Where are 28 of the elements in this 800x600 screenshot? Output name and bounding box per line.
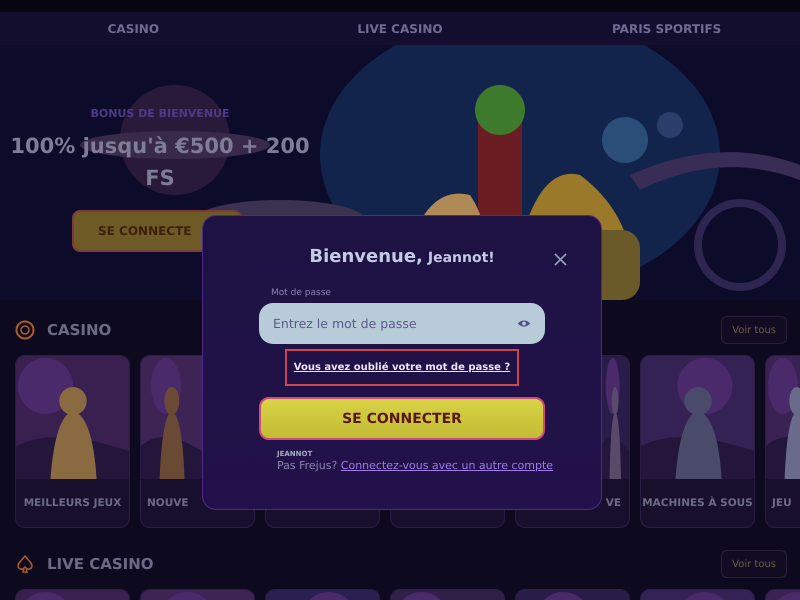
game-card[interactable]: MEILLEURS JEUX (15, 355, 130, 528)
nav-link[interactable]: PARIS SPORTIFS (612, 22, 722, 36)
card-label: NOUVE (147, 497, 189, 509)
section-title: LIVE CASINO (47, 555, 154, 573)
nav-link[interactable]: LIVE CASINO (357, 22, 443, 36)
section-title: CASINO (47, 321, 112, 339)
bonus-headline: 100% jusqu'à €500 + 200 FS (10, 133, 310, 192)
card-label: MACHINES À SOUS (642, 497, 753, 509)
spade-icon (15, 554, 35, 574)
card-label: MEILLEURS JEUX (24, 497, 122, 509)
password-field[interactable]: Entrez le mot de passe (259, 303, 545, 344)
login-button[interactable]: SE CONNECTER (259, 397, 545, 440)
bonus-label: BONUS DE BIENVENUE (90, 107, 230, 120)
forgot-password-link[interactable]: Vous avez oublié votre mot de passe ? (294, 362, 510, 373)
dialog-title: Bienvenue, (309, 246, 423, 267)
card-label: JEU (772, 497, 792, 509)
field-label: Mot de passe (271, 288, 332, 298)
game-card[interactable]: MACHINES À SOUS (640, 355, 755, 528)
see-all-button[interactable]: Voir tous (721, 550, 787, 578)
game-card[interactable]: JEU (765, 355, 800, 528)
poker-chip-icon (15, 320, 35, 340)
nav-link[interactable]: CASINO (108, 22, 160, 36)
user-name: Jeannot! (428, 250, 495, 266)
other-account-link[interactable]: Connectez-vous avec un autre compte (340, 459, 554, 472)
card-label: VE (606, 497, 621, 509)
eye-icon[interactable] (517, 319, 531, 328)
see-all-button[interactable]: Voir tous (721, 316, 787, 344)
close-icon[interactable] (554, 253, 567, 266)
